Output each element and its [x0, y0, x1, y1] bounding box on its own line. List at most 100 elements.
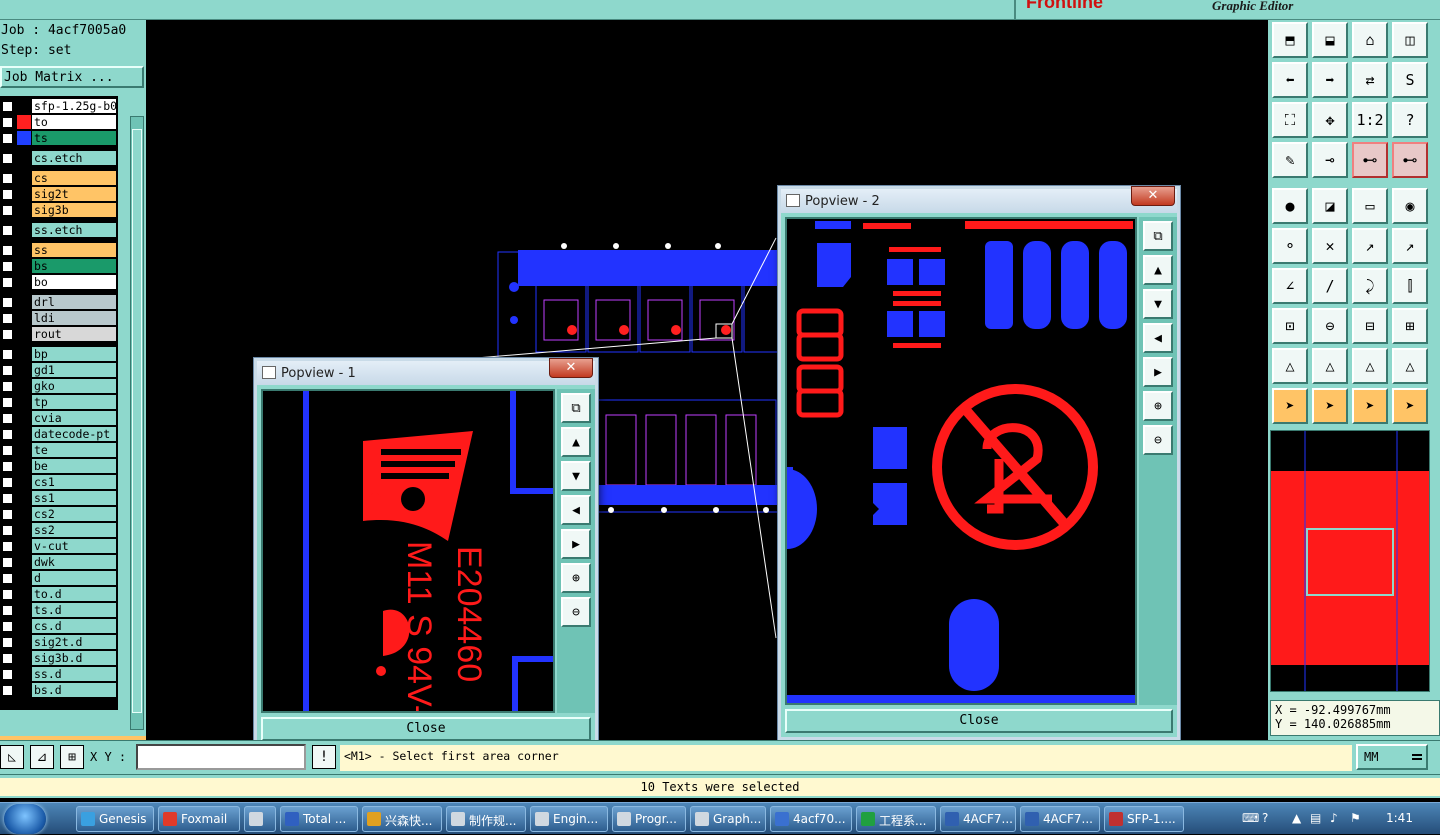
- job-matrix-button[interactable]: Job Matrix ...: [0, 66, 144, 88]
- layer-color-swatch[interactable]: [17, 223, 31, 237]
- popview-1-view[interactable]: E204460 M11 S 94V-0: [261, 389, 555, 713]
- grid-icon[interactable]: ⊞: [60, 745, 84, 769]
- copy-icon[interactable]: ↗: [1392, 228, 1428, 264]
- layer-row[interactable]: dwk: [0, 555, 118, 569]
- move-icon[interactable]: ↗: [1352, 228, 1388, 264]
- measure-icon[interactable]: ◪: [1312, 188, 1348, 224]
- layer-checkbox[interactable]: [2, 653, 13, 664]
- connect-icon[interactable]: ⚬: [1272, 228, 1308, 264]
- layer-color-swatch[interactable]: [17, 587, 31, 601]
- layer-checkbox[interactable]: [2, 245, 13, 256]
- left-icon[interactable]: ⬅: [1272, 62, 1308, 98]
- layer-row[interactable]: bo: [0, 275, 118, 289]
- layer-scrollbar[interactable]: [130, 116, 144, 730]
- layer-color-swatch[interactable]: [17, 395, 31, 409]
- layer-checkbox[interactable]: [2, 573, 13, 584]
- ruler-icon[interactable]: ▭: [1352, 188, 1388, 224]
- layer-color-swatch[interactable]: [17, 491, 31, 505]
- fit-icon[interactable]: ⛶: [1272, 102, 1308, 138]
- pan-right-icon[interactable]: ▶: [1143, 357, 1173, 387]
- pan-down-icon[interactable]: ▼: [561, 461, 591, 491]
- layer-color-swatch[interactable]: [17, 475, 31, 489]
- show-hidden-icons-icon[interactable]: ▲: [1292, 811, 1301, 825]
- layer-row[interactable]: bs.d: [0, 683, 118, 697]
- layer-checkbox[interactable]: [2, 101, 13, 112]
- layer-checkbox[interactable]: [2, 205, 13, 216]
- layer-row[interactable]: cvia: [0, 411, 118, 425]
- layer-color-swatch[interactable]: [17, 507, 31, 521]
- layer-color-swatch[interactable]: [17, 327, 31, 341]
- scroll-thumb[interactable]: [132, 129, 142, 713]
- layer-row[interactable]: ss.d: [0, 667, 118, 681]
- taskbar-item[interactable]: 4acf70...: [770, 806, 852, 832]
- layer-name[interactable]: sig3b.d: [32, 651, 116, 665]
- layer-name[interactable]: ss.etch: [32, 223, 116, 237]
- layer-name[interactable]: d: [32, 571, 116, 585]
- zoom-home-icon[interactable]: ⧉: [561, 393, 591, 423]
- pan-up-icon[interactable]: ▲: [561, 427, 591, 457]
- layer-name[interactable]: bo: [32, 275, 116, 289]
- network-icon[interactable]: ▤: [1310, 811, 1321, 825]
- layer-checkbox[interactable]: [2, 329, 13, 340]
- layer-name[interactable]: bs.d: [32, 683, 116, 697]
- layer-color-swatch[interactable]: [17, 443, 31, 457]
- layer-row[interactable]: cs2: [0, 507, 118, 521]
- question-icon[interactable]: ?: [1392, 102, 1428, 138]
- layer-color-swatch[interactable]: [17, 243, 31, 257]
- layer-name[interactable]: ss: [32, 243, 116, 257]
- layer-checkbox[interactable]: [2, 637, 13, 648]
- triangle2-icon[interactable]: △: [1312, 348, 1348, 384]
- triangle3-icon[interactable]: △: [1352, 348, 1388, 384]
- layer-row[interactable]: ss2: [0, 523, 118, 537]
- taskbar-item[interactable]: Progr...: [612, 806, 686, 832]
- pointer2-icon[interactable]: ➤: [1312, 388, 1348, 424]
- pan-up-icon[interactable]: ▲: [1143, 255, 1173, 285]
- layer-color-swatch[interactable]: [17, 295, 31, 309]
- layer-color-swatch[interactable]: [17, 311, 31, 325]
- layer-color-swatch[interactable]: [17, 635, 31, 649]
- popview-1-close-button[interactable]: Close: [261, 717, 591, 741]
- layer-row[interactable]: cs1: [0, 475, 118, 489]
- layer-checkbox[interactable]: [2, 509, 13, 520]
- layer-checkbox[interactable]: [2, 133, 13, 144]
- layer-checkbox[interactable]: [2, 365, 13, 376]
- cut-icon[interactable]: ⊖: [1312, 308, 1348, 344]
- layer-row[interactable]: to.d: [0, 587, 118, 601]
- route-icon[interactable]: ⊷: [1352, 142, 1388, 178]
- layer-checkbox[interactable]: [2, 153, 13, 164]
- zoom-home-icon[interactable]: ⧉: [1143, 221, 1173, 251]
- swap-icon[interactable]: ⇄: [1352, 62, 1388, 98]
- layer-name[interactable]: to: [32, 115, 116, 129]
- layer-name[interactable]: be: [32, 459, 116, 473]
- layer-checkbox[interactable]: [2, 349, 13, 360]
- layer-name[interactable]: cs.etch: [32, 151, 116, 165]
- zoom-out-icon[interactable]: ⊖: [1143, 425, 1173, 455]
- info-icon[interactable]: !: [312, 745, 336, 769]
- layer-name[interactable]: sig2t: [32, 187, 116, 201]
- layer-checkbox[interactable]: [2, 621, 13, 632]
- layer-name[interactable]: ss2: [32, 523, 116, 537]
- line-icon[interactable]: ∠: [1272, 268, 1308, 304]
- taskbar-item[interactable]: Graph...: [690, 806, 766, 832]
- layer-name[interactable]: te: [32, 443, 116, 457]
- layer-row[interactable]: gko: [0, 379, 118, 393]
- layer-color-swatch[interactable]: [17, 619, 31, 633]
- layer-color-swatch[interactable]: [17, 187, 31, 201]
- layer-name[interactable]: cs1: [32, 475, 116, 489]
- delete-icon[interactable]: ✕: [1312, 228, 1348, 264]
- layer-name[interactable]: gd1: [32, 363, 116, 377]
- triangle4-icon[interactable]: △: [1392, 348, 1428, 384]
- popview-2-titlebar[interactable]: Popview - 2: [781, 189, 1177, 213]
- layer-checkbox[interactable]: [2, 525, 13, 536]
- layer-name[interactable]: ss1: [32, 491, 116, 505]
- taskbar-item[interactable]: 4ACF7...: [1020, 806, 1100, 832]
- layer-color-swatch[interactable]: [17, 115, 31, 129]
- layer-row[interactable]: d: [0, 571, 118, 585]
- layer-name[interactable]: datecode-pt: [32, 427, 116, 441]
- layer-checkbox[interactable]: [2, 493, 13, 504]
- snap-icon[interactable]: S: [1392, 62, 1428, 98]
- resize-icon[interactable]: ⊟: [1352, 308, 1388, 344]
- layer-checkbox[interactable]: [2, 261, 13, 272]
- pointer4-icon[interactable]: ➤: [1392, 388, 1428, 424]
- taskbar-item[interactable]: Foxmail: [158, 806, 240, 832]
